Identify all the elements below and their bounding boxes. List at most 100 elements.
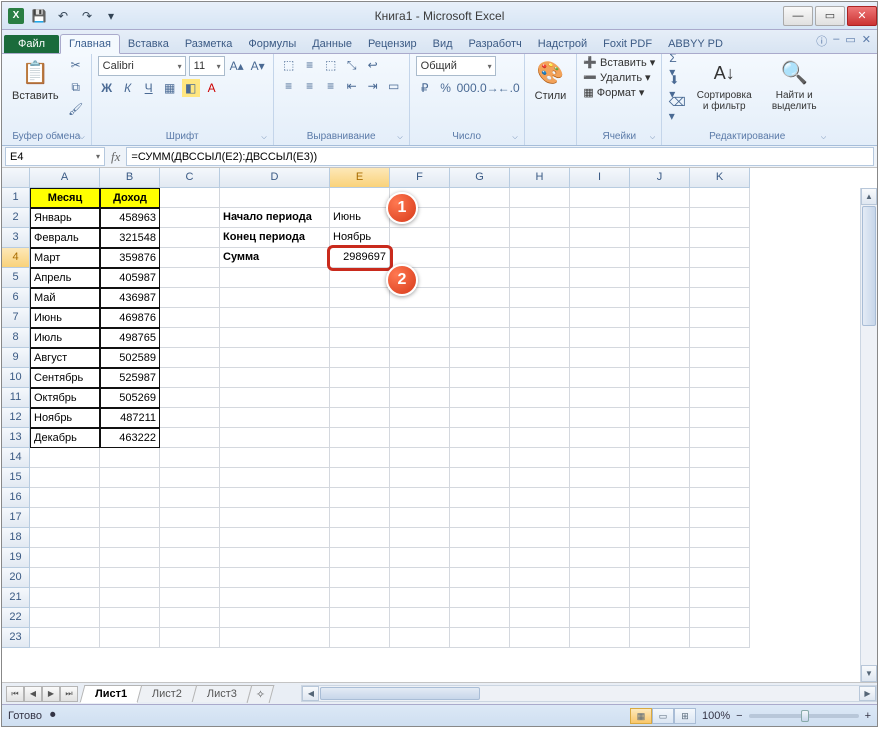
scroll-up-icon[interactable]: ▲ <box>861 188 877 205</box>
number-format-combo[interactable]: Общий <box>416 56 496 76</box>
delete-cells-button[interactable]: ➖Удалить ▾ <box>583 71 655 84</box>
tab-home[interactable]: Главная <box>60 34 120 54</box>
row-header-18[interactable]: 18 <box>2 528 30 548</box>
zoom-knob[interactable] <box>801 710 809 722</box>
row-header-7[interactable]: 7 <box>2 308 30 328</box>
tab-layout[interactable]: Разметка <box>177 35 241 53</box>
scroll-thumb-v[interactable] <box>862 206 876 326</box>
row-header-11[interactable]: 11 <box>2 388 30 408</box>
sheet-tab-3[interactable]: Лист3 <box>192 685 253 702</box>
cell-B12[interactable]: 487211 <box>100 408 160 428</box>
find-select-button[interactable]: 🔍 Найти и выделить <box>762 56 826 114</box>
view-page-layout-icon[interactable]: ▭ <box>652 708 674 724</box>
tab-foxit[interactable]: Foxit PDF <box>595 35 660 53</box>
row-header-22[interactable]: 22 <box>2 608 30 628</box>
scroll-right-icon[interactable]: ▶ <box>859 686 876 701</box>
row-header-19[interactable]: 19 <box>2 548 30 568</box>
align-center-icon[interactable]: ≡ <box>301 77 319 95</box>
align-top-icon[interactable]: ⬚ <box>280 56 298 74</box>
comma-icon[interactable]: 000 <box>458 79 476 97</box>
tab-review[interactable]: Рецензир <box>360 35 425 53</box>
select-all-corner[interactable] <box>2 168 30 188</box>
cell-A3[interactable]: Февраль <box>30 228 100 248</box>
align-middle-icon[interactable]: ≡ <box>301 56 319 74</box>
styles-button[interactable]: 🎨 Стили <box>531 56 571 104</box>
view-page-break-icon[interactable]: ⊞ <box>674 708 696 724</box>
save-icon[interactable]: 💾 <box>30 7 48 25</box>
cell-B6[interactable]: 436987 <box>100 288 160 308</box>
column-header-J[interactable]: J <box>630 168 690 188</box>
doc-minimize-icon[interactable]: ‒ <box>833 33 839 49</box>
tab-addin[interactable]: Надстрой <box>530 35 595 53</box>
column-header-E[interactable]: E <box>330 168 390 188</box>
autosum-icon[interactable]: Σ ▾ <box>668 56 686 74</box>
row-header-4[interactable]: 4 <box>2 248 30 268</box>
cell-A7[interactable]: Июнь <box>30 308 100 328</box>
cell-A13[interactable]: Декабрь <box>30 428 100 448</box>
cell-E2[interactable]: Июнь <box>330 208 390 228</box>
scroll-left-icon[interactable]: ◀ <box>302 686 319 701</box>
column-header-F[interactable]: F <box>390 168 450 188</box>
column-header-A[interactable]: A <box>30 168 100 188</box>
cell-A1[interactable]: Месяц <box>30 188 100 208</box>
cell-A9[interactable]: Август <box>30 348 100 368</box>
row-header-20[interactable]: 20 <box>2 568 30 588</box>
undo-icon[interactable]: ↶ <box>54 7 72 25</box>
cell-A8[interactable]: Июль <box>30 328 100 348</box>
zoom-slider[interactable] <box>749 714 859 718</box>
fill-color-icon[interactable]: ◧ <box>182 79 200 97</box>
column-header-G[interactable]: G <box>450 168 510 188</box>
italic-button[interactable]: К <box>119 79 137 97</box>
doc-close-icon[interactable]: ✕ <box>862 33 871 49</box>
column-header-I[interactable]: I <box>570 168 630 188</box>
font-size-combo[interactable]: 11 <box>189 56 225 76</box>
cell-A6[interactable]: Май <box>30 288 100 308</box>
cell-B9[interactable]: 502589 <box>100 348 160 368</box>
row-header-2[interactable]: 2 <box>2 208 30 228</box>
indent-dec-icon[interactable]: ⇤ <box>343 77 361 95</box>
row-header-17[interactable]: 17 <box>2 508 30 528</box>
cell-E4[interactable]: 2989697 <box>330 248 390 268</box>
minimize-button[interactable]: — <box>783 6 813 26</box>
tab-insert[interactable]: Вставка <box>120 35 177 53</box>
cell-B4[interactable]: 359876 <box>100 248 160 268</box>
tab-formulas[interactable]: Формулы <box>240 35 304 53</box>
sheet-next-icon[interactable]: ▶ <box>42 686 60 702</box>
cell-B13[interactable]: 463222 <box>100 428 160 448</box>
row-header-16[interactable]: 16 <box>2 488 30 508</box>
font-name-combo[interactable]: Calibri <box>98 56 186 76</box>
clear-icon[interactable]: ⌫ ▾ <box>668 100 686 118</box>
name-box[interactable]: E4 <box>5 147 105 166</box>
file-tab[interactable]: Файл <box>4 35 59 53</box>
currency-icon[interactable]: ₽ <box>416 79 434 97</box>
row-header-3[interactable]: 3 <box>2 228 30 248</box>
borders-icon[interactable]: ▦ <box>161 79 179 97</box>
formula-input[interactable]: =СУММ(ДВССЫЛ(E2):ДВССЫЛ(E3)) <box>126 147 874 166</box>
fx-icon[interactable]: fx <box>111 149 120 165</box>
column-header-B[interactable]: B <box>100 168 160 188</box>
align-left-icon[interactable]: ≡ <box>280 77 298 95</box>
close-button[interactable]: ✕ <box>847 6 877 26</box>
percent-icon[interactable]: % <box>437 79 455 97</box>
redo-icon[interactable]: ↷ <box>78 7 96 25</box>
cell-B10[interactable]: 525987 <box>100 368 160 388</box>
fill-icon[interactable]: ⬇ ▾ <box>668 78 686 96</box>
column-header-K[interactable]: K <box>690 168 750 188</box>
sheet-last-icon[interactable]: ⏭ <box>60 686 78 702</box>
maximize-button[interactable]: ▭ <box>815 6 845 26</box>
cell-B11[interactable]: 505269 <box>100 388 160 408</box>
cell-B2[interactable]: 458963 <box>100 208 160 228</box>
format-cells-button[interactable]: ▦Формат ▾ <box>583 86 655 99</box>
row-header-12[interactable]: 12 <box>2 408 30 428</box>
view-normal-icon[interactable]: ▦ <box>630 708 652 724</box>
cell-B3[interactable]: 321548 <box>100 228 160 248</box>
vertical-scrollbar[interactable]: ▲ ▼ <box>860 188 877 682</box>
row-header-5[interactable]: 5 <box>2 268 30 288</box>
paste-button[interactable]: 📋 Вставить <box>8 56 63 104</box>
cell-D2[interactable]: Начало периода <box>220 208 330 228</box>
worksheet-grid[interactable]: ABCDEFGHIJK 1234567891011121314151617181… <box>2 168 877 682</box>
cell-A12[interactable]: Ноябрь <box>30 408 100 428</box>
horizontal-scrollbar[interactable]: ◀ ▶ <box>301 685 877 702</box>
cell-B8[interactable]: 498765 <box>100 328 160 348</box>
cell-A11[interactable]: Октябрь <box>30 388 100 408</box>
